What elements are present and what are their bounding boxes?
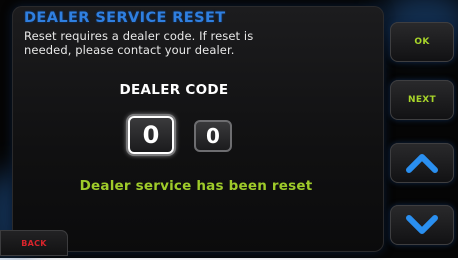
dealer-code-heading: DEALER CODE [119,82,229,98]
description-line-2: needed, please contact your dealer. [24,43,235,57]
chevron-up-icon [405,152,439,174]
next-button[interactable]: NEXT [390,80,454,120]
code-digit-1-selected[interactable]: 0 [128,116,174,154]
ok-button-label: OK [414,37,430,47]
code-digit-2[interactable]: 0 [194,120,232,152]
thermostat-screen: DEALER SERVICE RESET Reset requires a de… [0,0,458,260]
next-button-label: NEXT [408,95,436,105]
chevron-down-icon [405,214,439,236]
back-button[interactable]: BACK [0,230,68,256]
down-arrow-button[interactable] [390,205,454,245]
page-title: DEALER SERVICE RESET [24,10,226,26]
status-message: Dealer service has been reset [79,178,313,194]
up-arrow-button[interactable] [390,143,454,183]
description-line-1: Reset requires a dealer code. If reset i… [24,29,254,43]
ok-button[interactable]: OK [390,22,454,62]
